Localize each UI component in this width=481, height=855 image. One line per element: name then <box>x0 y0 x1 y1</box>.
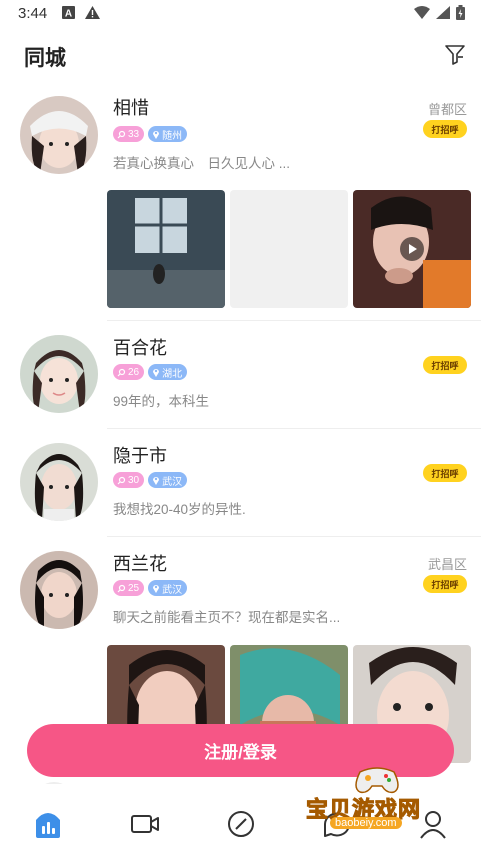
user-bio: 聊天之前能看主页不？现在都是实名... <box>113 610 341 625</box>
user-card[interactable]: 隐于市 30 武汉 我想找20-40岁的异性. 打招呼 <box>0 428 481 536</box>
avatar[interactable] <box>20 96 98 174</box>
video-camera-icon <box>131 815 159 833</box>
location-tag: 湖北 <box>148 364 188 380</box>
compass-icon <box>228 811 254 837</box>
female-icon <box>117 584 126 592</box>
location-tag: 武汉 <box>148 580 188 596</box>
user-name: 百合花 <box>113 338 167 358</box>
female-icon <box>117 368 126 376</box>
nearby-user-list[interactable]: 相惜 33 随州 若真心换真心 日久见人心 ... 曾都区 打招呼 百合花 26… <box>0 84 481 784</box>
svg-text:A: A <box>65 9 72 20</box>
age-tag: 25 <box>113 580 145 596</box>
battery-icon <box>456 5 465 20</box>
age-tag: 33 <box>113 126 145 142</box>
location-pin-icon <box>153 131 160 139</box>
header: 同城 <box>0 38 481 74</box>
location-pin-icon <box>153 477 160 485</box>
location-pin-icon <box>153 369 160 377</box>
user-card[interactable]: 相惜 33 随州 若真心换真心 日久见人心 ... 曾都区 打招呼 <box>0 84 481 320</box>
site-watermark: 宝贝游戏网 baobeiy.com <box>302 762 452 832</box>
watermark-url: baobeiy.com <box>330 817 402 829</box>
home-tab[interactable] <box>32 808 64 840</box>
greet-button[interactable]: 打招呼 <box>423 356 467 374</box>
greet-button[interactable]: 打招呼 <box>423 120 467 138</box>
female-icon <box>117 476 126 484</box>
user-name: 隐于市 <box>113 446 167 466</box>
user-bio: 我想找20-40岁的异性. <box>113 502 246 517</box>
warning-icon <box>85 6 100 19</box>
avatar[interactable] <box>20 443 98 521</box>
gamepad-logo-icon <box>355 767 399 794</box>
avatar[interactable] <box>20 335 98 413</box>
user-bio: 99年的，本科生 <box>113 394 210 409</box>
filter-button[interactable] <box>443 42 467 66</box>
filter-icon <box>445 45 465 65</box>
greet-button[interactable]: 打招呼 <box>423 575 467 593</box>
greet-button[interactable]: 打招呼 <box>423 464 467 482</box>
blank-photo[interactable] <box>230 190 348 308</box>
female-icon <box>117 130 126 138</box>
location-tag: 武汉 <box>148 472 188 488</box>
video-selfie-photo[interactable] <box>353 190 471 308</box>
location-tag: 随州 <box>148 126 188 142</box>
user-name: 西兰花 <box>113 554 167 574</box>
home-chart-icon <box>36 813 60 838</box>
district-label: 武昌区 <box>427 557 467 572</box>
video-tab[interactable] <box>129 808 161 840</box>
user-name: 相惜 <box>113 98 149 118</box>
user-bio: 若真心换真心 日久见人心 ... <box>113 156 291 171</box>
age-tag: 26 <box>113 364 145 380</box>
status-time: 3:44 <box>18 5 48 22</box>
signal-icon <box>436 6 450 19</box>
user-card[interactable]: 百合花 26 湖北 99年的，本科生 打招呼 <box>0 320 481 428</box>
room-window-photo[interactable] <box>107 190 225 308</box>
district-label: 曾都区 <box>427 102 467 117</box>
age-tag: 30 <box>113 472 145 488</box>
avatar[interactable] <box>20 551 98 629</box>
location-pin-icon <box>153 585 160 593</box>
wifi-icon <box>414 6 430 19</box>
discover-tab[interactable] <box>225 808 257 840</box>
page-title: 同城 <box>24 47 66 70</box>
play-icon[interactable] <box>400 237 424 261</box>
status-bar: 3:44 A <box>0 0 481 28</box>
notification-a-icon: A <box>62 6 75 19</box>
